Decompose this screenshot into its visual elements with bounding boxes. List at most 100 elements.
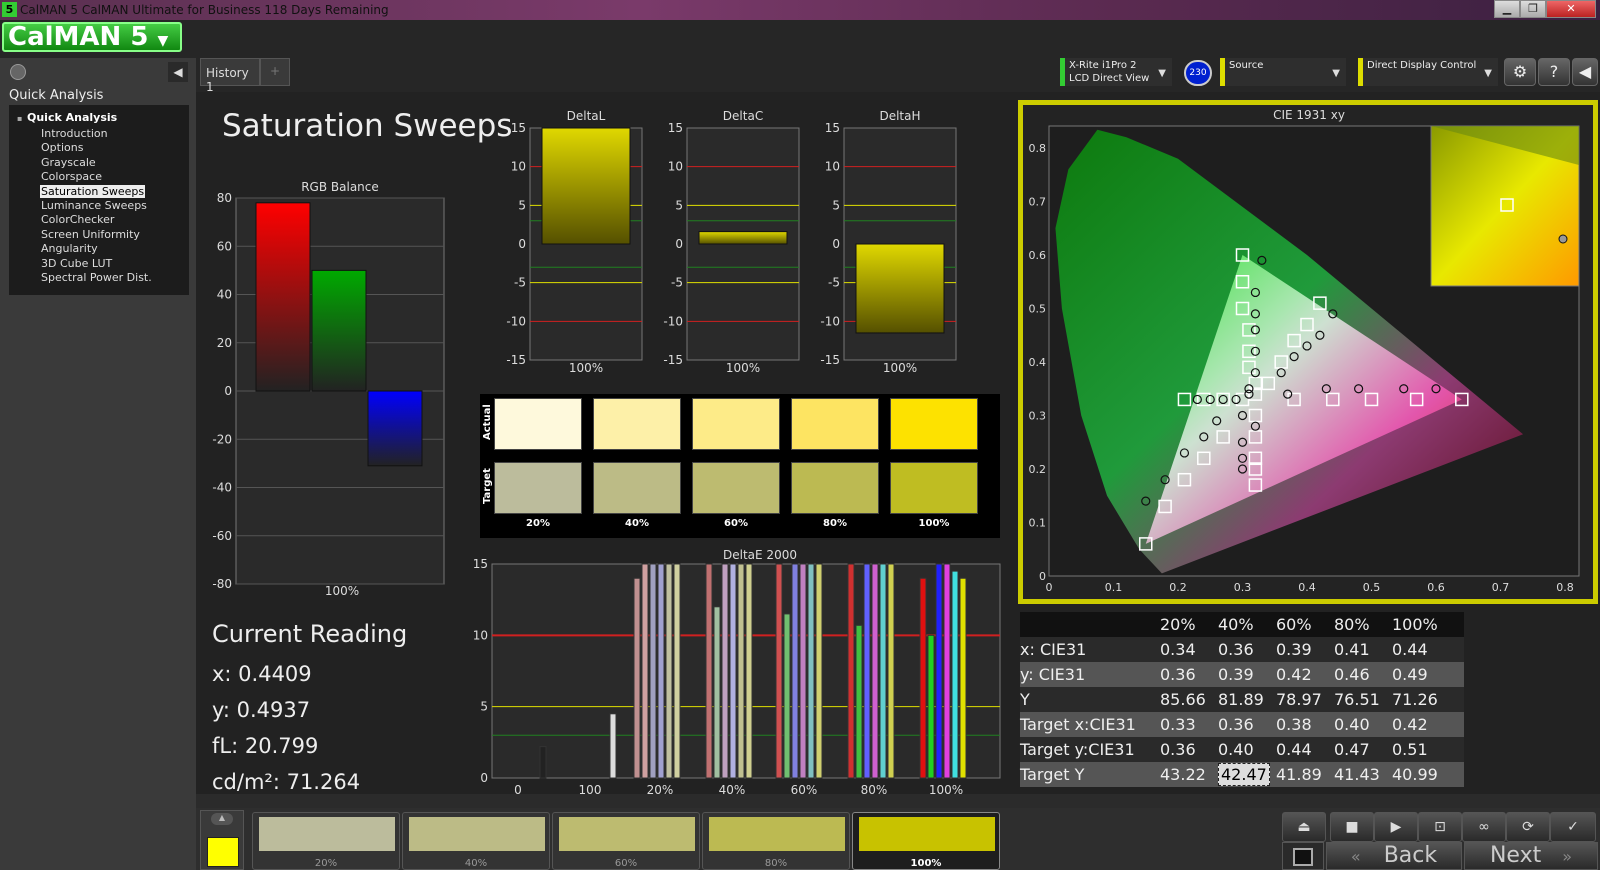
- chevron-down-icon: ▼: [1158, 68, 1166, 79]
- y-tick-label: 15: [511, 121, 526, 135]
- x-tick-label: 0.7: [1492, 581, 1510, 594]
- page-title: Saturation Sweeps: [222, 108, 513, 144]
- step-swatch-button[interactable]: 80%: [702, 812, 850, 870]
- step-color-fill: [559, 817, 695, 851]
- display-select[interactable]: Direct Display Control ▼: [1358, 58, 1498, 86]
- meter-mode: LCD Direct View: [1069, 73, 1150, 84]
- step-swatch-button[interactable]: 20%: [252, 812, 400, 870]
- help-icon[interactable]: ?: [1538, 58, 1570, 86]
- table-cell: 0.36: [1160, 740, 1196, 759]
- delta-bar: [855, 243, 945, 334]
- deltae-bar: [815, 563, 823, 779]
- y-tick-label: -60: [212, 529, 232, 543]
- x-tick-label: 0.8: [1556, 581, 1574, 594]
- sidebar-item[interactable]: Spectral Power Dist.: [40, 271, 153, 284]
- table-cell[interactable]: 41.89: [1276, 765, 1322, 784]
- play-icon[interactable]: ▶: [1374, 812, 1418, 842]
- table-cell[interactable]: 43.22: [1160, 765, 1206, 784]
- sidebar-item[interactable]: 3D Cube LUT: [40, 257, 113, 270]
- table-cell[interactable]: 40.99: [1392, 765, 1438, 784]
- actual-swatch: [593, 398, 681, 450]
- close-button[interactable]: ✕: [1546, 0, 1596, 18]
- next-button[interactable]: Next »: [1464, 842, 1598, 870]
- y-tick-label: 0: [675, 237, 683, 251]
- record-icon[interactable]: ⏏: [1282, 812, 1326, 842]
- calman-menu-button[interactable]: CalMAN 5 ▼: [2, 22, 182, 52]
- next-chevron-icon: »: [1562, 847, 1573, 866]
- back-button[interactable]: « Back: [1326, 842, 1462, 870]
- tree-root[interactable]: Quick Analysis: [27, 111, 117, 124]
- table-row: Target Y 43.22 42.47 41.89 41.43 40.99: [1020, 762, 1464, 787]
- sidebar-item[interactable]: Options: [40, 141, 84, 154]
- current-reading-title: Current Reading: [212, 620, 408, 648]
- step-label: 100%: [910, 858, 942, 869]
- active-color-swatch: [207, 837, 239, 867]
- stop-icon[interactable]: ■: [1330, 812, 1374, 842]
- table-cell: 0.49: [1392, 665, 1428, 684]
- x-tick-label: 40%: [719, 783, 746, 797]
- back-chevron-icon: «: [1350, 847, 1361, 866]
- chevron-up-icon[interactable]: ▲: [211, 813, 233, 825]
- collapse-sidebar-icon[interactable]: ◀: [168, 62, 188, 82]
- stop-square-button[interactable]: [1282, 842, 1324, 870]
- maximize-button[interactable]: ❐: [1520, 0, 1546, 18]
- actual-swatch: [791, 398, 879, 450]
- cie-chart: CIE 1931 xy 0 0.1 0.2 0.3 0.4 0.5 0.6 0.7 0.8 0.8 0…: [1029, 108, 1580, 594]
- check-icon[interactable]: ✓: [1550, 812, 1596, 842]
- meter-select[interactable]: X-Rite i1Pro 2 LCD Direct View ▼: [1060, 58, 1172, 86]
- step-swatch-button[interactable]: 60%: [552, 812, 700, 870]
- deltae-bar: [935, 563, 943, 779]
- deltae-bar: [799, 563, 807, 779]
- sidebar-item[interactable]: Introduction: [40, 127, 109, 140]
- y-tick-label: 10: [473, 628, 488, 642]
- step-swatch-button[interactable]: 100%: [852, 812, 1000, 870]
- add-tab-button[interactable]: +: [260, 58, 290, 86]
- table-cell: 85.66: [1160, 690, 1206, 709]
- x-category-label: 100%: [325, 584, 359, 598]
- measure-icon[interactable]: ⊡: [1418, 812, 1462, 842]
- y-tick-label: -15: [506, 353, 526, 367]
- y-tick-label: 40: [217, 288, 232, 302]
- collapse-tree-icon[interactable]: ▪: [17, 114, 22, 123]
- row-label: x: CIE31: [1020, 640, 1087, 659]
- delta-chart-title: DeltaC: [723, 109, 763, 123]
- deltae-bar: [539, 746, 547, 779]
- collapse-right-icon[interactable]: ◀: [1572, 58, 1598, 86]
- current-color-panel: ▲: [200, 810, 244, 870]
- settings-gear-icon[interactable]: ⚙: [1504, 58, 1536, 86]
- y-tick-label: 5: [480, 700, 488, 714]
- table-cell: 0.42: [1276, 665, 1312, 684]
- deltae-bar: [887, 563, 895, 779]
- deltae-bar: [775, 563, 783, 779]
- deltae-bar: [927, 634, 935, 779]
- step-swatch-button[interactable]: 40%: [402, 812, 550, 870]
- sidebar: ◀ Quick Analysis ▪ Quick Analysis Introd…: [0, 58, 196, 870]
- meter-badge[interactable]: 230: [1184, 60, 1212, 86]
- table-cell: 0.51: [1392, 740, 1428, 759]
- x-tick-label: 80%: [861, 783, 888, 797]
- table-cell: 0.47: [1334, 740, 1370, 759]
- y-tick-label: 0: [224, 384, 232, 398]
- sidebar-item[interactable]: Screen Uniformity: [40, 228, 141, 241]
- table-cell[interactable]: 41.43: [1334, 765, 1380, 784]
- refresh-icon[interactable]: ⟳: [1506, 812, 1550, 842]
- target-swatch: [791, 462, 879, 514]
- pin-icon[interactable]: [10, 64, 26, 80]
- x-tick-label: 100%: [929, 783, 963, 797]
- target-swatch: [890, 462, 978, 514]
- sidebar-item[interactable]: Luminance Sweeps: [40, 199, 148, 212]
- sidebar-item[interactable]: Grayscale: [40, 156, 97, 169]
- sidebar-item[interactable]: Colorspace: [40, 170, 103, 183]
- deltae-bar: [705, 563, 713, 779]
- tab-history-1[interactable]: History 1: [200, 58, 260, 94]
- table-cell[interactable]: 42.47: [1218, 763, 1270, 786]
- table-header-cell: 100%: [1392, 615, 1438, 634]
- loop-icon[interactable]: ∞: [1462, 812, 1506, 842]
- minimize-button[interactable]: ▁: [1494, 0, 1520, 18]
- y-tick-label: 0.5: [1029, 303, 1047, 316]
- sidebar-item[interactable]: Angularity: [40, 242, 99, 255]
- sidebar-item[interactable]: Saturation Sweeps: [40, 184, 146, 198]
- source-select[interactable]: Source ▼: [1220, 58, 1346, 86]
- sidebar-item[interactable]: ColorChecker: [40, 213, 115, 226]
- deltae-chart: DeltaE 2000 15 10 5 0 0 100 20% 40% 60% 80% 100%: [473, 548, 1001, 797]
